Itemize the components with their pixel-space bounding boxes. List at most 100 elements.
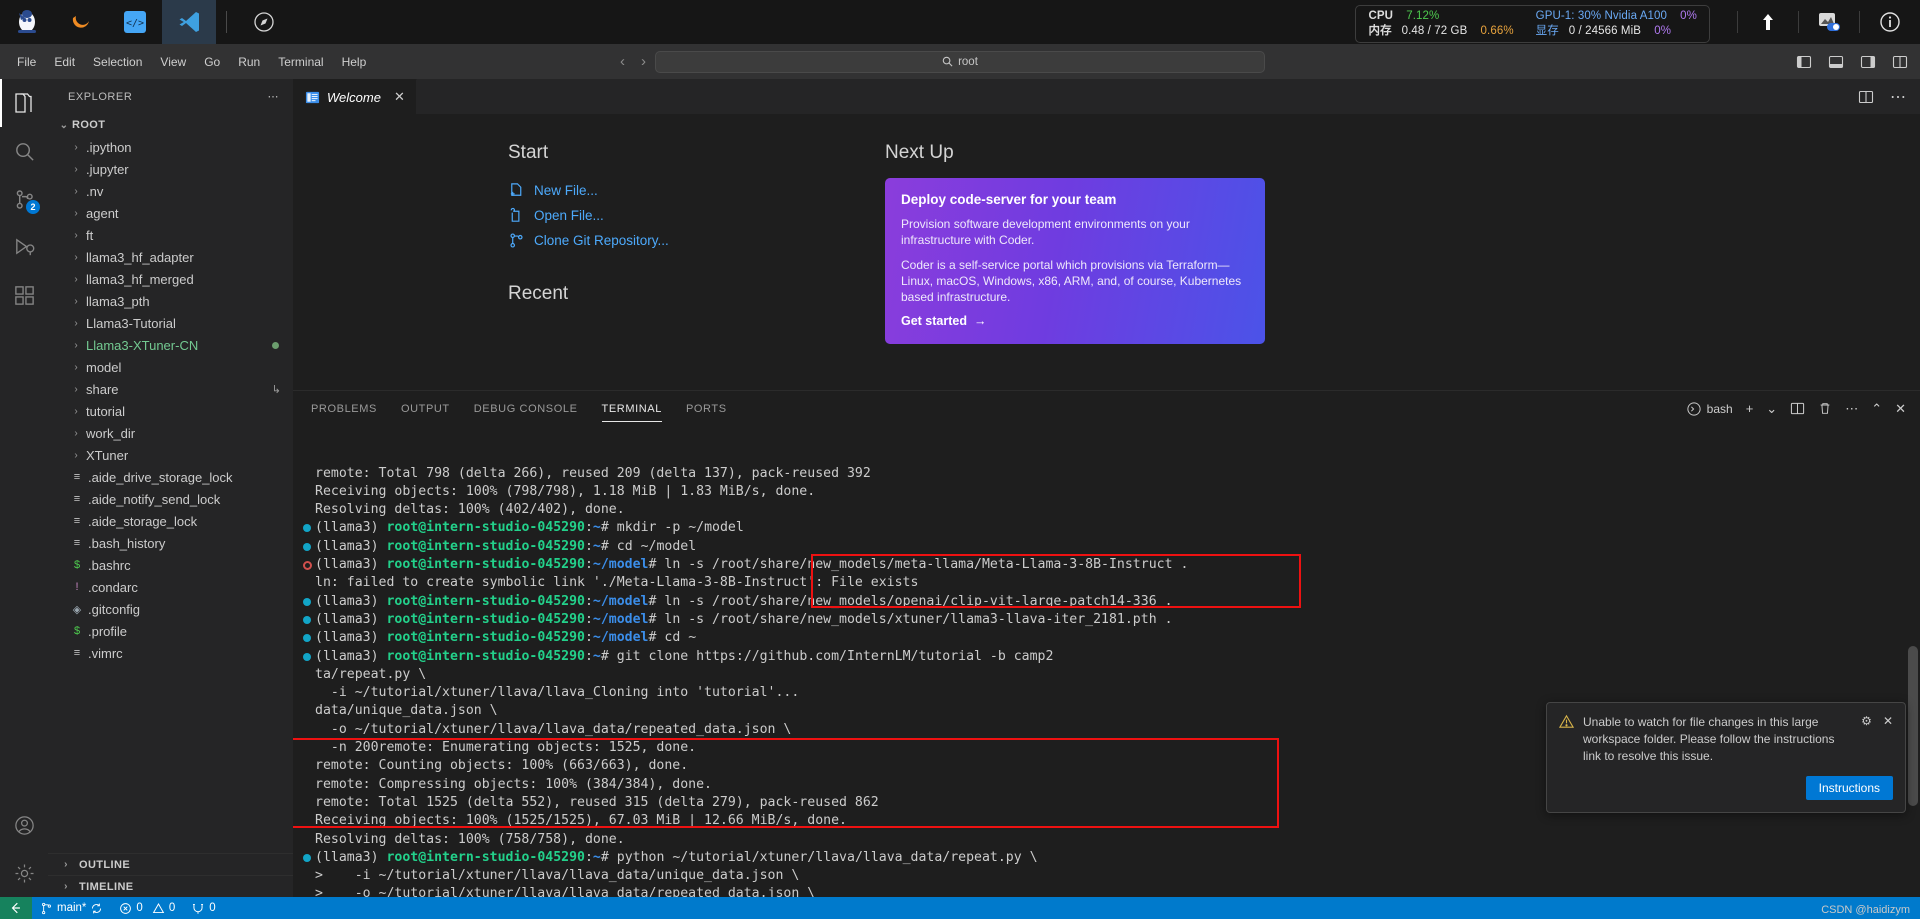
- info-circle-icon[interactable]: [1860, 0, 1920, 44]
- start-link-open-file[interactable]: Open File...: [508, 203, 885, 228]
- menu-edit[interactable]: Edit: [45, 52, 84, 72]
- tree-item-model[interactable]: › model: [48, 356, 293, 378]
- penguin-app-icon[interactable]: [0, 0, 54, 44]
- tree-item-xtuner[interactable]: › XTuner: [48, 444, 293, 466]
- manage-settings-button[interactable]: [0, 849, 48, 897]
- sidebar-section-outline[interactable]: › OUTLINE: [48, 853, 293, 875]
- tab-terminal[interactable]: TERMINAL: [601, 391, 663, 426]
- close-icon[interactable]: ✕: [394, 89, 405, 105]
- branch-name: main*: [57, 902, 87, 914]
- tree-item-llama3-tutorial[interactable]: › Llama3-Tutorial: [48, 312, 293, 334]
- toggle-panel-icon[interactable]: [1828, 54, 1844, 70]
- menu-go[interactable]: Go: [195, 52, 229, 72]
- sidebar-item-run-debug[interactable]: [0, 223, 48, 271]
- tree-item-dot-aide_storage_lock[interactable]: ≡ .aide_storage_lock: [48, 510, 293, 532]
- new-terminal-icon[interactable]: +: [1746, 401, 1754, 416]
- tab-debug-console[interactable]: DEBUG CONSOLE: [474, 391, 578, 426]
- tree-root-row[interactable]: ⌄ ROOT: [48, 114, 293, 136]
- maximize-panel-icon[interactable]: ⌃: [1871, 401, 1882, 417]
- tree-item-dot-vimrc[interactable]: ≡ .vimrc: [48, 642, 293, 664]
- terminal-text: root@intern-studio-045290: [386, 557, 585, 573]
- compass-app-icon[interactable]: [237, 0, 291, 44]
- tree-item-dot-aide_drive_storage_lock[interactable]: ≡ .aide_drive_storage_lock: [48, 466, 293, 488]
- more-actions-icon[interactable]: ⋯: [1890, 87, 1906, 107]
- tree-item-dot-profile[interactable]: $ .profile: [48, 620, 293, 642]
- welcome-columns: Start New File... Open File... Clone Git…: [293, 114, 1920, 344]
- status-problems[interactable]: 0 0: [111, 897, 183, 919]
- instructions-button[interactable]: Instructions: [1805, 776, 1893, 800]
- status-branch[interactable]: main*: [32, 897, 111, 919]
- terminal-output[interactable]: remote: Total 798 (delta 266), reused 20…: [293, 426, 1920, 897]
- sidebar-section-timeline[interactable]: › TIMELINE: [48, 875, 293, 897]
- status-ports[interactable]: 0: [183, 897, 223, 919]
- terminal-shell-chip[interactable]: bash: [1687, 402, 1733, 416]
- tree-item-agent[interactable]: › agent: [48, 202, 293, 224]
- card-cta-button[interactable]: Get started →: [901, 314, 1249, 328]
- remote-indicator-icon[interactable]: [0, 897, 32, 919]
- tree-item-dot-condarc[interactable]: ! .condarc: [48, 576, 293, 598]
- notification-toast[interactable]: Unable to watch for file changes in this…: [1546, 702, 1906, 813]
- tree-item-dot-jupyter[interactable]: › .jupyter: [48, 158, 293, 180]
- sidebar-item-explorer[interactable]: [0, 79, 48, 127]
- tree-item-llama3-xtuner-cn[interactable]: › Llama3-XTuner-CN: [48, 334, 293, 356]
- tab-ports[interactable]: PORTS: [686, 391, 727, 426]
- anaconda-app-icon[interactable]: [54, 0, 108, 44]
- toggle-primary-sidebar-icon[interactable]: [1796, 54, 1812, 70]
- coder-promo-card[interactable]: Deploy code-server for your team Provisi…: [885, 178, 1265, 344]
- tree-item-dot-bashrc[interactable]: $ .bashrc: [48, 554, 293, 576]
- sidebar-item-source-control[interactable]: 2: [0, 175, 48, 223]
- tree-item-dot-nv[interactable]: › .nv: [48, 180, 293, 202]
- tab-welcome[interactable]: Welcome ✕: [293, 79, 417, 114]
- code-brackets-app-icon[interactable]: </>: [108, 0, 162, 44]
- command-center[interactable]: root: [655, 50, 1265, 73]
- nav-back-button[interactable]: ‹: [620, 53, 625, 70]
- tab-output[interactable]: OUTPUT: [401, 391, 450, 426]
- start-link-clone-repo[interactable]: Clone Git Repository...: [508, 228, 885, 253]
- sidebar-item-extensions[interactable]: [0, 271, 48, 319]
- kill-terminal-icon[interactable]: [1818, 401, 1832, 416]
- explorer-more-actions-icon[interactable]: ⋯: [267, 90, 279, 103]
- customize-layout-icon[interactable]: [1892, 54, 1908, 70]
- terminal-line: remote: Total 798 (delta 266), reused 20…: [315, 465, 1920, 483]
- tree-item-dot-bash_history[interactable]: ≡ .bash_history: [48, 532, 293, 554]
- close-icon[interactable]: ✕: [1883, 714, 1893, 765]
- close-panel-icon[interactable]: ✕: [1895, 401, 1906, 417]
- tree-item-llama3_hf_adapter[interactable]: › llama3_hf_adapter: [48, 246, 293, 268]
- accounts-button[interactable]: [0, 801, 48, 849]
- image-toggle-icon[interactable]: [1799, 0, 1859, 44]
- upload-arrow-icon[interactable]: [1738, 0, 1798, 44]
- toggle-secondary-sidebar-icon[interactable]: [1860, 54, 1876, 70]
- git-file-icon: ◈: [72, 603, 82, 616]
- tree-item-tutorial[interactable]: › tutorial: [48, 400, 293, 422]
- file-tree[interactable]: ⌄ ROOT › .ipython › .jupyter › .nv › agent › ft › l…: [48, 114, 293, 853]
- tree-item-llama3_hf_merged[interactable]: › llama3_hf_merged: [48, 268, 293, 290]
- menu-file[interactable]: File: [8, 52, 45, 72]
- terminal-text: root@intern-studio-045290: [386, 648, 585, 664]
- tree-item-work_dir[interactable]: › work_dir: [48, 422, 293, 444]
- menu-help[interactable]: Help: [333, 52, 376, 72]
- start-link-new-file[interactable]: New File...: [508, 178, 885, 203]
- terminal-dropdown-icon[interactable]: ⌄: [1766, 401, 1777, 417]
- tree-item-dot-gitconfig[interactable]: ◈ .gitconfig: [48, 598, 293, 620]
- terminal-scrollbar[interactable]: [1908, 646, 1918, 806]
- split-terminal-icon[interactable]: [1790, 401, 1805, 416]
- sync-icon[interactable]: [90, 902, 103, 915]
- vram-label: 显存: [1535, 25, 1559, 37]
- menu-view[interactable]: View: [151, 52, 195, 72]
- panel-more-actions-icon[interactable]: ⋯: [1845, 401, 1858, 417]
- tree-item-dot-ipython[interactable]: › .ipython: [48, 136, 293, 158]
- menu-terminal[interactable]: Terminal: [269, 52, 332, 72]
- sidebar-item-search[interactable]: [0, 127, 48, 175]
- tab-problems[interactable]: PROBLEMS: [311, 391, 377, 426]
- split-editor-icon[interactable]: [1858, 89, 1874, 105]
- gear-icon[interactable]: ⚙: [1861, 714, 1872, 765]
- tree-item-llama3_pth[interactable]: › llama3_pth: [48, 290, 293, 312]
- tree-item-share[interactable]: › share ↳: [48, 378, 293, 400]
- vscode-app-icon[interactable]: [162, 0, 216, 44]
- tree-item-ft[interactable]: › ft: [48, 224, 293, 246]
- nav-forward-button[interactable]: ›: [641, 53, 646, 70]
- tree-item-label: Llama3-XTuner-CN: [86, 337, 199, 353]
- menu-selection[interactable]: Selection: [84, 52, 151, 72]
- menu-run[interactable]: Run: [229, 52, 269, 72]
- tree-item-dot-aide_notify_send_lock[interactable]: ≡ .aide_notify_send_lock: [48, 488, 293, 510]
